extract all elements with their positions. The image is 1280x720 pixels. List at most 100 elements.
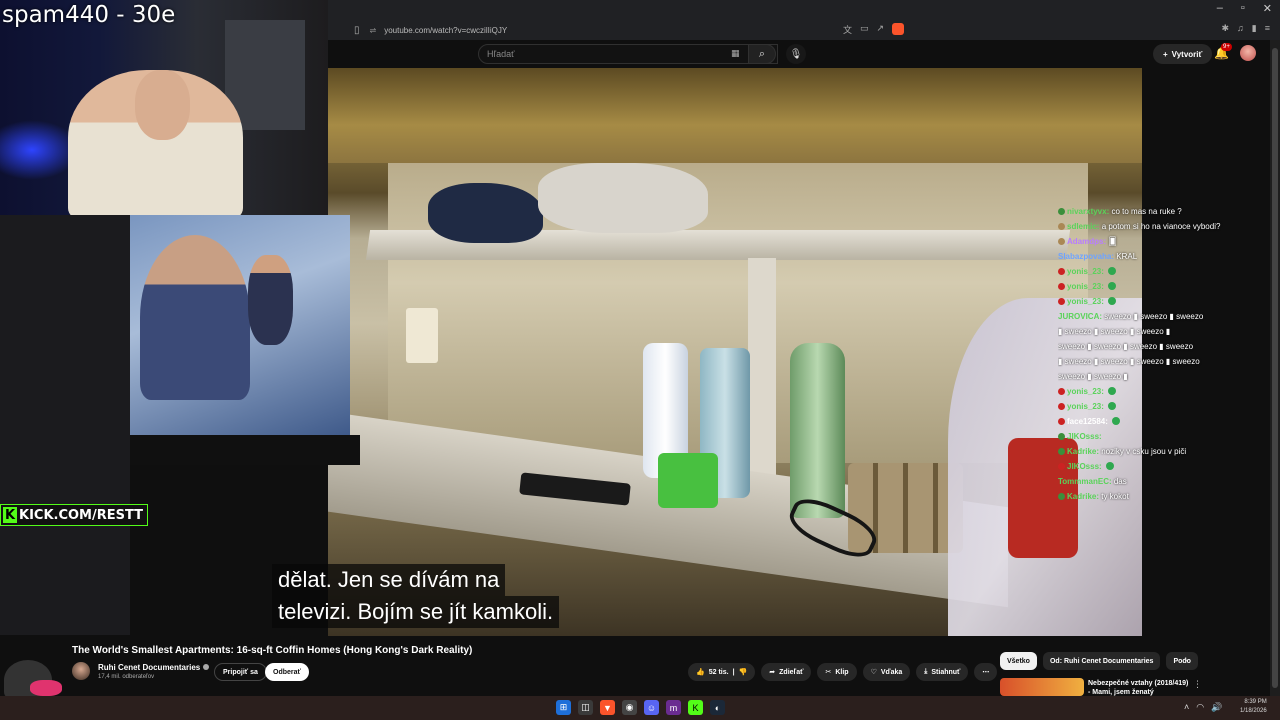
channel-name[interactable]: Ruhi Cenet Documentaries xyxy=(98,663,210,672)
subscribe-button[interactable]: Odberať xyxy=(265,663,309,681)
stream-tv-overlay xyxy=(130,215,360,465)
chat-username[interactable]: JIKOsss: xyxy=(1067,462,1104,471)
chip-from-channel[interactable]: Od: Ruhi Cenet Documentaries xyxy=(1042,652,1161,670)
brave-shields-icon[interactable] xyxy=(892,23,905,35)
chat-message: yonis_23: xyxy=(1058,384,1233,399)
share-arrow-icon: ➦ xyxy=(769,669,776,676)
recommendation-thumbnail[interactable] xyxy=(1000,678,1084,696)
share-icon[interactable]: ↗ xyxy=(877,23,885,36)
more-options-icon[interactable]: ⋮ xyxy=(1193,679,1202,690)
chat-message: nivarxtyvx: co to mas na ruke ? xyxy=(1058,204,1233,219)
subscriber-count: 17,4 mil. odberateľov xyxy=(98,674,155,680)
bookmark-icon[interactable]: ▯ xyxy=(354,25,360,36)
chat-message: yonis_23: xyxy=(1058,264,1233,279)
recommendation-chips: Všetko Od: Ruhi Cenet Documentaries Podo xyxy=(1000,652,1198,670)
media-icon[interactable]: ♫ xyxy=(1237,23,1244,34)
minimize-button[interactable]: – xyxy=(1217,2,1223,15)
tab-strip[interactable] xyxy=(328,0,1280,18)
chat-username[interactable]: sdlemic: xyxy=(1067,222,1102,231)
site-info-icon[interactable]: ⇌ xyxy=(370,26,377,35)
voice-search-button[interactable]: 🎙 xyxy=(786,44,806,64)
brave-icon[interactable]: ▼ xyxy=(600,700,615,715)
maximize-button[interactable]: ▫ xyxy=(1241,2,1245,15)
chat-message: JIKOsss: xyxy=(1058,459,1233,474)
chat-username[interactable]: TommmanEC: xyxy=(1058,477,1114,486)
search-button[interactable]: ⌕ xyxy=(748,44,776,64)
stream-chat: nivarxtyvx: co to mas na ruke ? sdlemic: … xyxy=(1058,204,1233,504)
webcam-overlay: spam440 - 30e xyxy=(0,0,328,215)
keyboard-icon[interactable]: ▦ xyxy=(731,48,740,59)
chat-username[interactable]: yonis_23: xyxy=(1067,402,1106,411)
download-icon: ⤓ xyxy=(924,668,928,675)
join-button[interactable]: Pripojiť sa xyxy=(214,663,267,681)
video-scene-clothes xyxy=(538,163,708,233)
chat-username[interactable]: Slabazpovaha: xyxy=(1058,252,1116,261)
chat-text: 🂠 xyxy=(1108,237,1117,246)
menu-icon[interactable]: ≡ xyxy=(1265,23,1270,34)
cast-icon[interactable]: ▭ xyxy=(860,23,869,36)
close-button[interactable]: ✕ xyxy=(1263,2,1272,15)
chat-badge-icon xyxy=(1058,448,1065,455)
scissors-icon: ✂ xyxy=(825,669,832,676)
chat-username[interactable]: yonis_23: xyxy=(1067,387,1106,396)
chat-username[interactable]: Kadrike: xyxy=(1067,492,1101,501)
extensions-icon[interactable]: ✱ xyxy=(1221,23,1229,34)
steam-icon[interactable]: ◐ xyxy=(710,700,725,715)
chat-badge-icon xyxy=(1058,493,1065,500)
chat-username[interactable]: nivarxtyvx: xyxy=(1067,207,1111,216)
system-clock[interactable]: 8:39 PM 1/18/2026 xyxy=(1240,698,1267,716)
channel-name-text: Ruhi Cenet Documentaries xyxy=(98,663,201,672)
chat-username[interactable]: JUROVICA: xyxy=(1058,312,1104,321)
chat-message: TommmanEC: das xyxy=(1058,474,1233,489)
taskbar: ⊞ ◫ ▼ ◉ ☺ m K ◐ ˄ ◠ 🔊 8:39 PM 1/18/2026 xyxy=(0,696,1280,720)
chat-username[interactable]: yonis_23: xyxy=(1067,297,1106,306)
chat-username[interactable]: yonis_23: xyxy=(1067,282,1106,291)
chat-username[interactable]: JIKOsss: xyxy=(1067,432,1102,441)
channel-avatar[interactable] xyxy=(72,662,90,680)
translate-icon[interactable]: 文 xyxy=(843,23,852,36)
browser-menu-area: ✱ ♫ ▮ ≡ xyxy=(1221,23,1270,34)
like-button[interactable]: 👍 52 tis. | 👎 xyxy=(688,663,756,681)
chevron-up-icon[interactable]: ˄ xyxy=(1184,702,1189,713)
more-actions-button[interactable]: ⋯ xyxy=(974,663,998,681)
chat-username[interactable]: face12584: xyxy=(1067,417,1110,426)
chat-text: das xyxy=(1113,477,1127,486)
mic-icon: 🎙 xyxy=(789,48,803,60)
video-scene-water-bottle xyxy=(790,343,845,518)
kick-app-icon[interactable]: K xyxy=(688,700,703,715)
chat-badge-icon xyxy=(1058,283,1065,290)
chip-similar[interactable]: Podo xyxy=(1166,652,1198,670)
share-button[interactable]: ➦ Zdieľať xyxy=(761,663,812,681)
video-player[interactable] xyxy=(328,68,1142,636)
url-field[interactable]: ⇌ youtube.com/watch?v=cwczilIiQJY xyxy=(370,22,910,38)
video-actions: 👍 52 tis. | 👎 ➦ Zdieľať ✂ Klip ♡ Vďaka ⤓… xyxy=(688,663,998,681)
task-view-icon[interactable]: ◫ xyxy=(578,700,593,715)
chat-username[interactable]: yonis_23: xyxy=(1067,267,1106,276)
like-count: 52 tis. xyxy=(708,668,729,676)
account-avatar[interactable] xyxy=(1240,45,1256,61)
start-icon[interactable]: ⊞ xyxy=(556,700,571,715)
obs-icon[interactable]: ◉ xyxy=(622,700,637,715)
clip-button[interactable]: ✂ Klip xyxy=(817,663,857,681)
download-button[interactable]: ⤓ Stiahnuť xyxy=(916,663,969,681)
volume-icon[interactable]: 🔊 xyxy=(1211,702,1222,713)
page-scrollbar[interactable] xyxy=(1270,40,1280,696)
thumbs-down-icon[interactable]: 👎 xyxy=(739,668,748,676)
chevron-right-icon[interactable]: › xyxy=(1184,655,1187,666)
sidebar-icon[interactable]: ▮ xyxy=(1252,23,1257,34)
app-icon[interactable]: m xyxy=(666,700,681,715)
wifi-icon[interactable]: ◠ xyxy=(1196,702,1204,713)
chat-badge-icon xyxy=(1058,208,1065,215)
omnibox-actions: 文 ▭ ↗ xyxy=(843,23,905,36)
chip-all[interactable]: Všetko xyxy=(1000,652,1037,670)
chat-username[interactable]: Adamdps: xyxy=(1067,237,1108,246)
discord-icon[interactable]: ☺ xyxy=(644,700,659,715)
scrollbar-thumb[interactable] xyxy=(1272,48,1278,688)
thanks-button[interactable]: ♡ Vďaka xyxy=(862,663,911,681)
chat-username[interactable]: Kadrike: xyxy=(1067,447,1101,456)
check-emote-icon xyxy=(1108,282,1117,290)
recommendation-title[interactable]: Nebezpečné vztahy (2018/419) - Mami, jse… xyxy=(1088,679,1198,697)
video-title: The World's Smallest Apartments: 16-sq-f… xyxy=(72,645,473,656)
create-button[interactable]: + Vytvoriť xyxy=(1153,44,1213,64)
check-emote-icon xyxy=(1108,387,1117,395)
